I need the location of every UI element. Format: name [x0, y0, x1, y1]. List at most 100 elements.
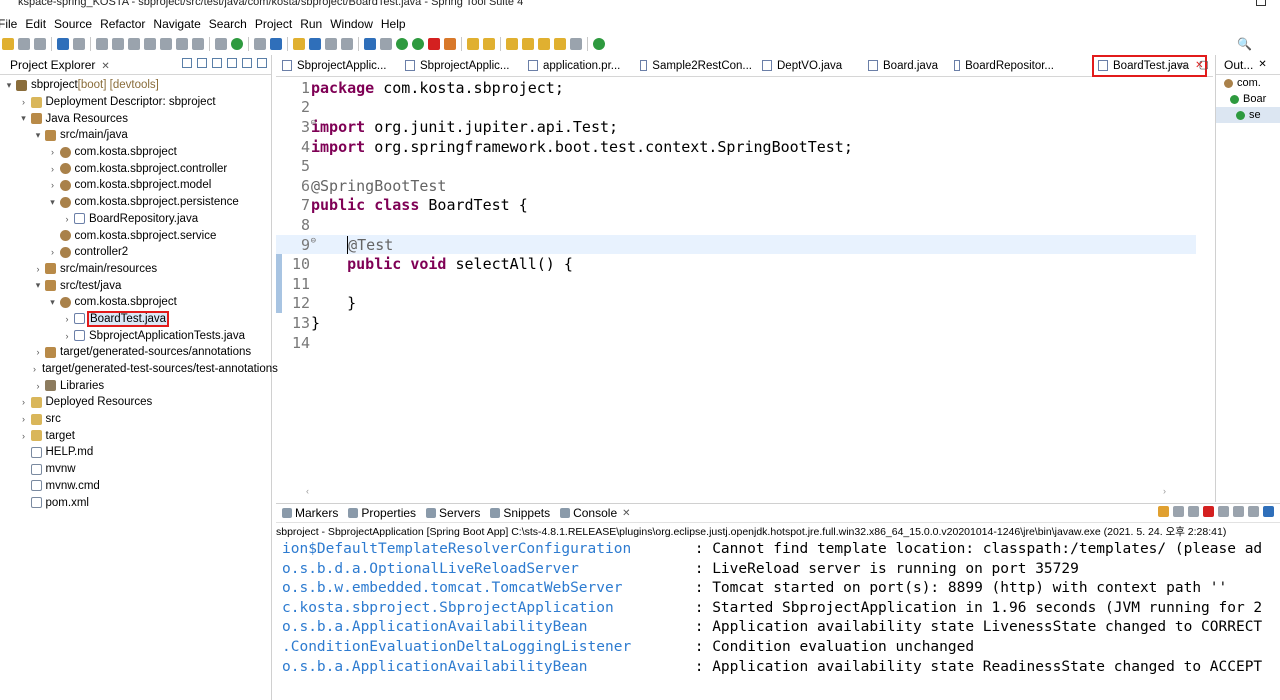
- expand-arrow-icon[interactable]: ›: [48, 180, 58, 190]
- code-line[interactable]: 8: [276, 215, 1196, 235]
- clear-console-icon[interactable]: [1218, 506, 1229, 517]
- expand-arrow-icon[interactable]: ›: [48, 147, 58, 157]
- step-into-icon[interactable]: [160, 38, 172, 50]
- open-type-icon[interactable]: [270, 38, 282, 50]
- maximize-icon[interactable]: [257, 58, 267, 68]
- web-browser-icon[interactable]: [364, 38, 376, 50]
- search-icon[interactable]: 🔍: [1237, 37, 1252, 51]
- tree-item[interactable]: mvnw.cmd: [0, 478, 271, 495]
- skip-breakpoints-icon[interactable]: [73, 38, 85, 50]
- step-over-icon[interactable]: [176, 38, 188, 50]
- menu-item-navigate[interactable]: Navigate: [153, 17, 206, 31]
- editor-tab[interactable]: SbprojectApplic...: [399, 55, 522, 77]
- remove-launch-icon[interactable]: [1173, 506, 1184, 517]
- maximize-icon[interactable]: ▢: [1199, 58, 1209, 71]
- code-line[interactable]: 7 public class BoardTest {: [276, 196, 1196, 216]
- editor-tab[interactable]: BoardRepositor...: [948, 55, 1058, 77]
- menu-item-refactor[interactable]: Refactor: [100, 17, 151, 31]
- toggle-highlight-icon[interactable]: [309, 38, 321, 50]
- open-task-icon[interactable]: [467, 38, 479, 50]
- menu-item-run[interactable]: Run: [300, 17, 328, 31]
- menu-item-window[interactable]: Window: [330, 17, 379, 31]
- tree-item[interactable]: ▾ src/main/java: [0, 127, 271, 144]
- new-icon[interactable]: [2, 38, 14, 50]
- terminate-icon[interactable]: [128, 38, 140, 50]
- menu-item-edit[interactable]: Edit: [25, 17, 52, 31]
- block-selection-icon[interactable]: [325, 38, 337, 50]
- code-line[interactable]: 10 public void selectAll() {: [276, 254, 1196, 274]
- filter-icon[interactable]: [212, 58, 222, 68]
- code-line[interactable]: 13}: [276, 313, 1196, 333]
- remove-all-icon[interactable]: [1188, 506, 1199, 517]
- tab-markers[interactable]: Markers: [276, 506, 342, 520]
- code-line[interactable]: 2: [276, 98, 1196, 118]
- pin-icon[interactable]: [1158, 506, 1169, 517]
- tree-item[interactable]: › Libraries: [0, 377, 271, 394]
- show-whitespace-icon[interactable]: [341, 38, 353, 50]
- tree-item[interactable]: HELP.md: [0, 444, 271, 461]
- fold-toggle-icon[interactable]: ⊖: [311, 118, 316, 128]
- tab-console[interactable]: Console ✕: [554, 506, 634, 520]
- terminal-icon[interactable]: [57, 38, 69, 50]
- display-console-icon[interactable]: [1263, 506, 1274, 517]
- scroll-lock-icon[interactable]: [1233, 506, 1244, 517]
- view-menu-icon[interactable]: [227, 58, 237, 68]
- expand-arrow-icon[interactable]: ›: [19, 431, 29, 441]
- close-icon[interactable]: ✕: [101, 61, 109, 72]
- code-line[interactable]: 1 package com.kosta.sbproject;: [276, 78, 1196, 98]
- editor-tab[interactable]: SbprojectApplic...: [276, 55, 399, 77]
- expand-arrow-icon[interactable]: ›: [48, 247, 58, 257]
- drop-to-frame-icon[interactable]: [215, 38, 227, 50]
- menu-item-project[interactable]: Project: [255, 17, 298, 31]
- tree-item[interactable]: ▾ Java Resources: [0, 110, 271, 127]
- editor-tab[interactable]: Board.java: [862, 55, 948, 77]
- expand-arrow-icon[interactable]: ›: [62, 214, 72, 224]
- tree-item[interactable]: › target/generated-test-sources/test-anno…: [0, 361, 278, 378]
- boot-dashboard-icon[interactable]: [231, 38, 243, 50]
- maximize-button[interactable]: [1256, 0, 1266, 6]
- tree-item[interactable]: › BoardRepository.java: [0, 211, 271, 228]
- expand-arrow-icon[interactable]: ▾: [33, 280, 43, 291]
- tree-item[interactable]: ▾ com.kosta.sbproject: [0, 294, 271, 311]
- link-editor-icon[interactable]: [197, 58, 207, 68]
- code-line[interactable]: 14: [276, 333, 1196, 353]
- suspend-icon[interactable]: [112, 38, 124, 50]
- outline-item[interactable]: se: [1216, 107, 1280, 123]
- expand-arrow-icon[interactable]: ▾: [48, 297, 58, 308]
- last-edit-icon[interactable]: [538, 38, 550, 50]
- tree-item[interactable]: › com.kosta.sbproject.model: [0, 177, 271, 194]
- terminate-icon[interactable]: [1203, 506, 1214, 517]
- new-wizard-icon[interactable]: [254, 38, 266, 50]
- expand-arrow-icon[interactable]: ›: [33, 364, 36, 374]
- expand-arrow-icon[interactable]: ▾: [19, 113, 29, 124]
- close-icon[interactable]: ✕: [622, 508, 630, 519]
- debug-icon[interactable]: [380, 38, 392, 50]
- tree-item[interactable]: › src: [0, 411, 271, 428]
- scroll-left-icon[interactable]: ‹: [306, 486, 309, 496]
- tree-item[interactable]: mvnw: [0, 461, 271, 478]
- expand-arrow-icon[interactable]: ›: [62, 331, 72, 341]
- next-annotation-icon[interactable]: [506, 38, 518, 50]
- editor-tab[interactable]: application.pr...: [522, 55, 634, 77]
- tree-item[interactable]: › com.kosta.sbproject: [0, 144, 271, 161]
- scroll-right-icon[interactable]: ›: [1163, 486, 1166, 496]
- expand-arrow-icon[interactable]: ▾: [33, 130, 43, 141]
- expand-arrow-icon[interactable]: ›: [33, 264, 43, 274]
- tree-item[interactable]: pom.xml: [0, 494, 271, 511]
- minimize-icon[interactable]: [242, 58, 252, 68]
- tree-item[interactable]: ▾ com.kosta.sbproject.persistence: [0, 194, 271, 211]
- search-tool-icon[interactable]: [483, 38, 495, 50]
- tab-properties[interactable]: Properties: [342, 506, 420, 520]
- expand-arrow-icon[interactable]: ›: [33, 347, 43, 357]
- tree-item[interactable]: › target/generated-sources/annotations: [0, 344, 271, 361]
- code-line[interactable]: 11: [276, 274, 1196, 294]
- word-wrap-icon[interactable]: [1248, 506, 1259, 517]
- code-line[interactable]: 3 ⊖ import org.junit.jupiter.api.Test;: [276, 117, 1196, 137]
- tree-item[interactable]: ▾ sbproject [boot] [devtools]: [0, 77, 271, 94]
- code-line[interactable]: 6 @SpringBootTest: [276, 176, 1196, 196]
- tree-item[interactable]: ▾ src/test/java: [0, 277, 271, 294]
- menu-item-help[interactable]: Help: [381, 17, 412, 31]
- tree-item[interactable]: › target: [0, 427, 271, 444]
- outline-item[interactable]: Boar: [1216, 91, 1280, 107]
- horizontal-scrollbar[interactable]: ‹ ›: [276, 483, 1196, 499]
